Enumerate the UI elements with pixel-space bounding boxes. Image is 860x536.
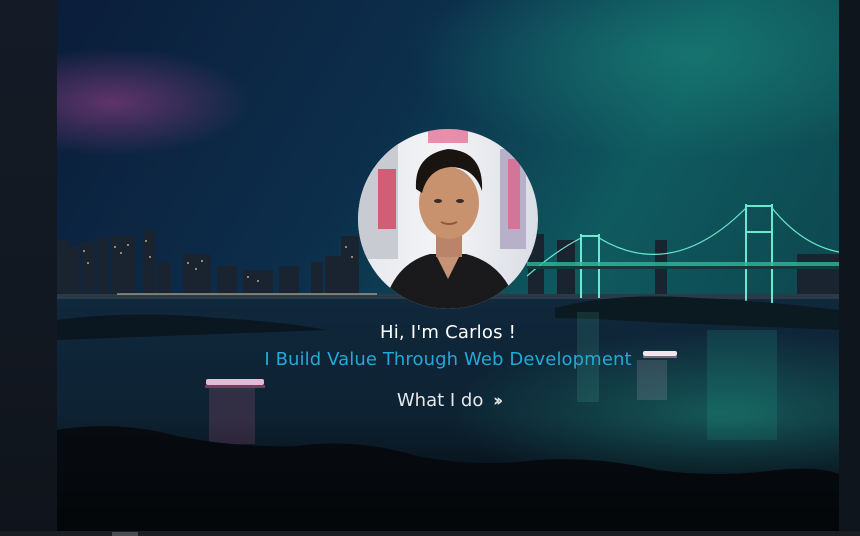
what-i-do-link[interactable]: What I do ›› [57,390,839,411]
profile-avatar [358,129,538,309]
hero-greeting: Hi, I'm Carlos ! [379,322,517,343]
scrollbar-thumb[interactable] [112,532,138,536]
hero-tagline: I Build Value Through Web Development [264,349,632,370]
hero-section: Hi, I'm Carlos ! I Build Value Through W… [57,0,839,531]
what-i-do-label: What I do [396,390,484,411]
double-chevron-right-icon: ›› [493,391,503,411]
right-sidebar-strip [839,0,860,536]
left-sidebar-strip [0,0,57,536]
